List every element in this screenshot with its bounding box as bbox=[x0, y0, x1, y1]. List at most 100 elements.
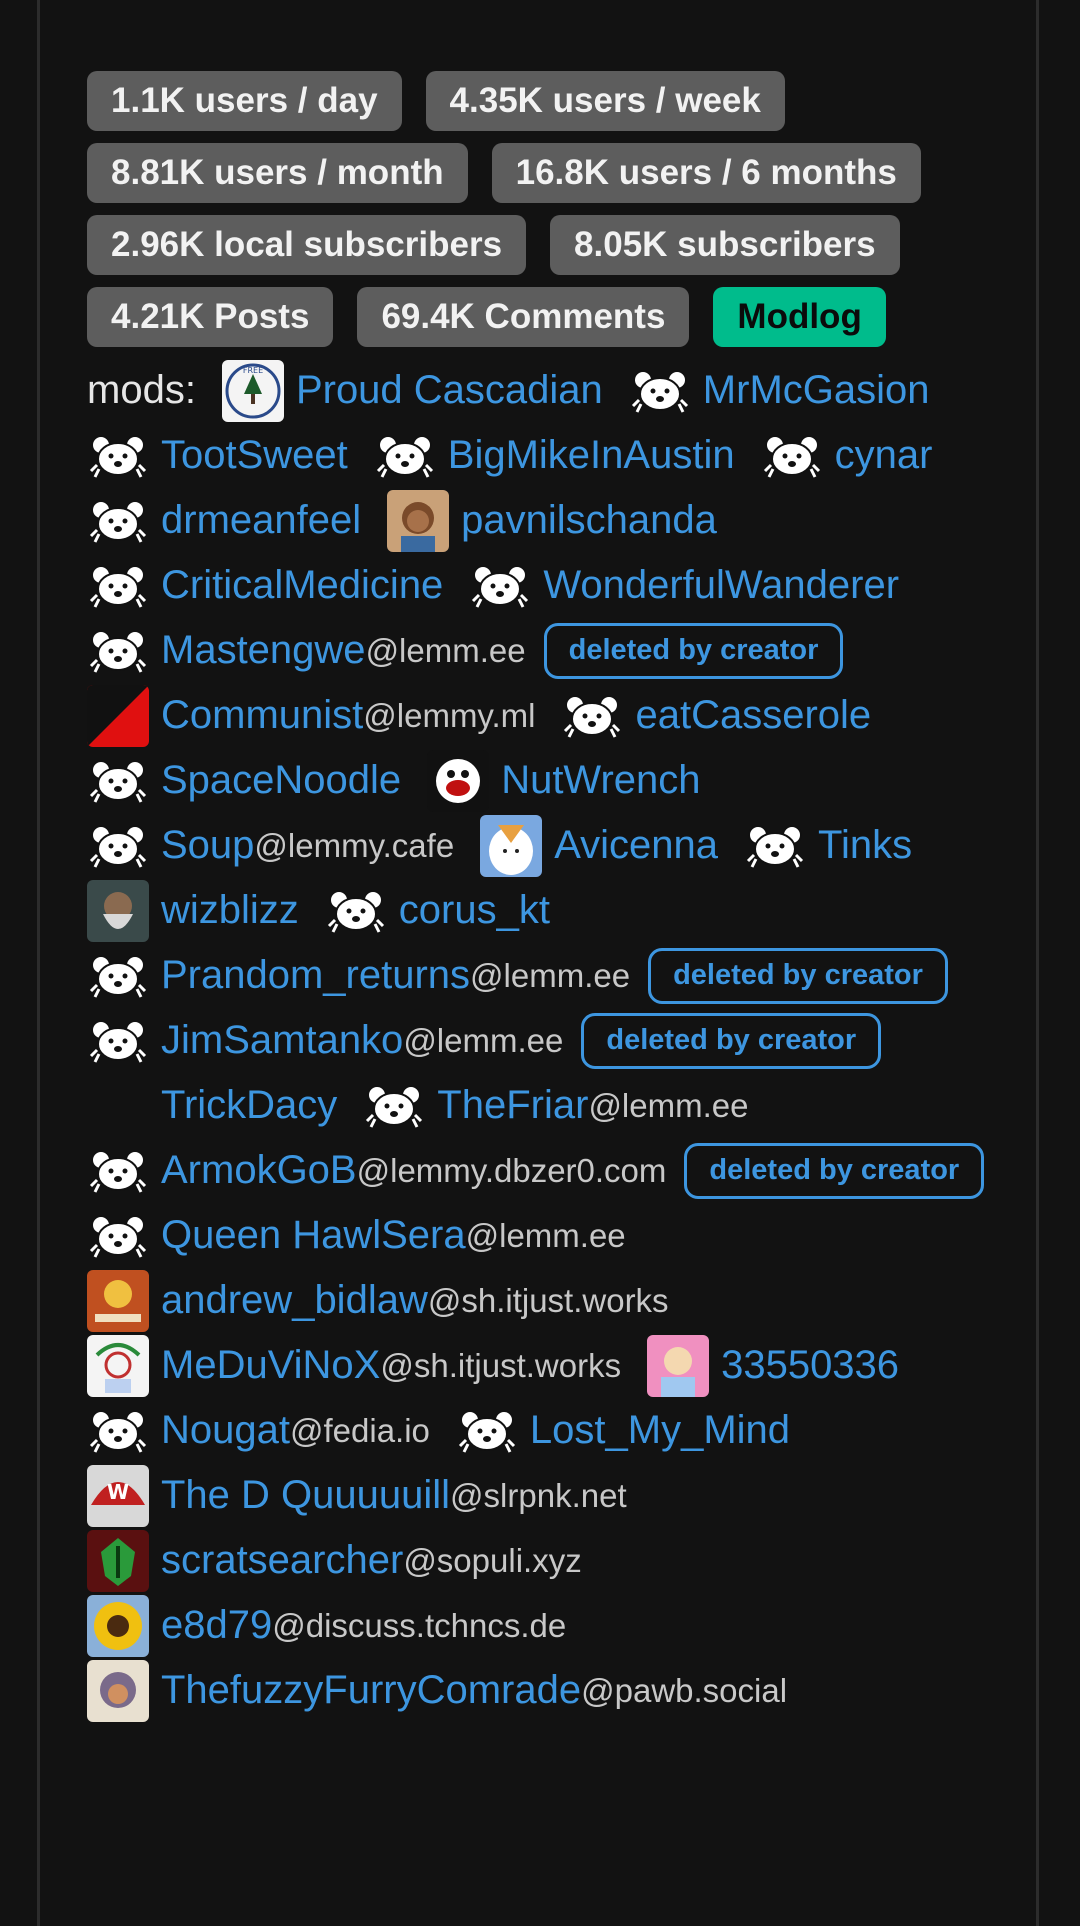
moderator-name-link[interactable]: ArmokGoB bbox=[161, 1138, 357, 1203]
default-user-icon bbox=[87, 555, 149, 617]
moderator-name-link[interactable]: Avicenna bbox=[554, 813, 718, 878]
moderator-item[interactable]: JimSamtanko @lemm.ee deleted by creator bbox=[87, 1008, 882, 1073]
moderator-name-link[interactable]: Nougat bbox=[161, 1398, 290, 1463]
moderators-list: mods: FREE Proud Cascadian MrMcGasion TootS… bbox=[87, 358, 1007, 1723]
moderator-name-link[interactable]: CriticalMedicine bbox=[161, 553, 443, 618]
moderator-item[interactable]: Tinks bbox=[744, 813, 912, 878]
moderator-name-link[interactable]: pavnilschanda bbox=[461, 488, 717, 553]
moderator-name-link[interactable]: wizblizz bbox=[161, 878, 299, 943]
default-user-icon bbox=[374, 425, 436, 487]
page: 1.1K users / day 4.35K users / week 8.81… bbox=[0, 0, 1080, 1926]
moderator-name-link[interactable]: andrew_bidlaw bbox=[161, 1268, 428, 1333]
moderator-item[interactable]: drmeanfeel bbox=[87, 488, 361, 553]
moderator-item[interactable]: Prandom_returns @lemm.ee deleted by creato… bbox=[87, 943, 948, 1008]
moderator-item[interactable]: Lost_My_Mind bbox=[456, 1398, 790, 1463]
moderator-item[interactable]: SpaceNoodle bbox=[87, 748, 401, 813]
moderator-name-link[interactable]: NutWrench bbox=[501, 748, 700, 813]
moderator-item[interactable]: e8d79 @discuss.tchncs.de bbox=[87, 1593, 566, 1658]
stats-row: 1.1K users / day 4.35K users / week bbox=[87, 71, 987, 131]
moderator-item[interactable]: Soup @lemmy.cafe bbox=[87, 813, 454, 878]
moderator-item[interactable]: Avicenna bbox=[480, 813, 718, 878]
moderator-item[interactable]: cynar bbox=[761, 423, 933, 488]
moderator-name-link[interactable]: Queen HawlSera bbox=[161, 1203, 466, 1268]
moderator-item[interactable]: Mastengwe @lemm.ee deleted by creator bbox=[87, 618, 844, 683]
moderator-name-link[interactable]: MeDuViNoX bbox=[161, 1333, 380, 1398]
default-user-icon bbox=[87, 815, 149, 877]
modlog-button[interactable]: Modlog bbox=[713, 287, 886, 347]
moderator-name-link[interactable]: SpaceNoodle bbox=[161, 748, 401, 813]
moderator-name-link[interactable]: cynar bbox=[835, 423, 933, 488]
moderator-item[interactable]: andrew_bidlaw @sh.itjust.works bbox=[87, 1268, 669, 1333]
moderator-item[interactable]: MrMcGasion bbox=[629, 358, 930, 423]
moderator-name-link[interactable]: Mastengwe bbox=[161, 618, 366, 683]
stats-row: 2.96K local subscribers 8.05K subscriber… bbox=[87, 215, 987, 275]
moderator-item[interactable]: ThefuzzyFurryComrade @pawb.social bbox=[87, 1658, 787, 1723]
default-user-icon bbox=[87, 1140, 149, 1202]
moderator-item[interactable]: TootSweet bbox=[87, 423, 348, 488]
moderator-name-link[interactable]: drmeanfeel bbox=[161, 488, 361, 553]
default-user-icon bbox=[363, 1075, 425, 1137]
moderator-name-link[interactable]: scratsearcher bbox=[161, 1528, 403, 1593]
moderator-name-link[interactable]: Soup bbox=[161, 813, 254, 878]
default-user-icon bbox=[87, 490, 149, 552]
moderator-name-link[interactable]: Lost_My_Mind bbox=[530, 1398, 790, 1463]
avatar bbox=[647, 1334, 710, 1397]
deleted-by-creator-badge: deleted by creator bbox=[543, 622, 844, 679]
default-user-icon bbox=[87, 1010, 149, 1072]
posts-badge: 4.21K Posts bbox=[87, 287, 334, 347]
moderator-name-link[interactable]: MrMcGasion bbox=[703, 358, 930, 423]
moderator-name-link[interactable]: The D Quuuuuill bbox=[161, 1463, 450, 1528]
moderator-instance: @slrpnk.net bbox=[450, 1477, 627, 1514]
moderator-name-link[interactable]: TrickDacy bbox=[161, 1073, 337, 1138]
default-user-icon bbox=[456, 1400, 518, 1462]
moderator-item[interactable]: TheFriar @lemm.ee bbox=[363, 1073, 748, 1138]
moderator-name-link[interactable]: TheFriar bbox=[437, 1073, 588, 1138]
users-month-badge: 8.81K users / month bbox=[87, 143, 468, 203]
moderator-item[interactable]: corus_kt bbox=[325, 878, 550, 943]
avatar bbox=[87, 1075, 149, 1137]
moderator-item[interactable]: ArmokGoB @lemmy.dbzer0.com deleted by crea… bbox=[87, 1138, 985, 1203]
moderator-item[interactable]: NutWrench bbox=[427, 748, 701, 813]
moderator-item[interactable]: CriticalMedicine bbox=[87, 553, 443, 618]
moderator-item[interactable]: MeDuViNoX @sh.itjust.works bbox=[87, 1333, 621, 1398]
moderator-name-link[interactable]: Proud Cascadian bbox=[296, 358, 603, 423]
moderator-name-link[interactable]: Communist bbox=[161, 683, 363, 748]
moderator-name-link[interactable]: WonderfulWanderer bbox=[543, 553, 899, 618]
moderator-instance: @sh.itjust.works bbox=[427, 1282, 669, 1319]
moderator-item[interactable]: W The D Quuuuuill @slrpnk.net bbox=[87, 1463, 627, 1528]
moderator-name-link[interactable]: corus_kt bbox=[399, 878, 550, 943]
default-user-icon bbox=[744, 815, 806, 877]
moderator-item[interactable]: Communist @lemmy.ml bbox=[87, 683, 535, 748]
deleted-by-creator-badge: deleted by creator bbox=[648, 947, 948, 1004]
moderator-item[interactable]: scratsearcher @sopuli.xyz bbox=[87, 1528, 582, 1593]
moderator-item[interactable]: TrickDacy bbox=[87, 1073, 337, 1138]
moderator-name-link[interactable]: BigMikeInAustin bbox=[448, 423, 735, 488]
moderator-item[interactable]: Queen HawlSera @lemm.ee bbox=[87, 1203, 626, 1268]
moderator-name-link[interactable]: Prandom_returns bbox=[161, 943, 470, 1008]
default-user-icon bbox=[629, 360, 691, 422]
moderator-item[interactable]: Nougat @fedia.io bbox=[87, 1398, 430, 1463]
moderator-name-link[interactable]: TootSweet bbox=[161, 423, 348, 488]
moderator-name-link[interactable]: e8d79 bbox=[161, 1593, 272, 1658]
moderator-item[interactable]: WonderfulWanderer bbox=[469, 553, 899, 618]
moderator-item[interactable]: wizblizz bbox=[87, 878, 299, 943]
avatar: FREE bbox=[221, 359, 284, 422]
moderator-name-link[interactable]: 33550336 bbox=[721, 1333, 899, 1398]
moderator-name-link[interactable]: eatCasserole bbox=[635, 683, 871, 748]
moderator-item[interactable]: eatCasserole bbox=[561, 683, 871, 748]
moderator-instance: @discuss.tchncs.de bbox=[272, 1607, 567, 1644]
moderator-item[interactable]: 33550336 bbox=[647, 1333, 899, 1398]
moderator-instance: @lemmy.cafe bbox=[254, 827, 455, 864]
moderator-name-link[interactable]: Tinks bbox=[818, 813, 912, 878]
moderator-name-link[interactable]: JimSamtanko bbox=[161, 1008, 403, 1073]
community-stats: 1.1K users / day 4.35K users / week 8.81… bbox=[87, 71, 987, 359]
avatar bbox=[87, 1594, 149, 1657]
moderator-item[interactable]: pavnilschanda bbox=[387, 488, 717, 553]
moderator-item[interactable]: BigMikeInAustin bbox=[374, 423, 735, 488]
moderator-item[interactable]: FREE Proud Cascadian bbox=[221, 358, 603, 423]
stats-row: 8.81K users / month 16.8K users / 6 mont… bbox=[87, 143, 987, 203]
moderator-name-link[interactable]: ThefuzzyFurryComrade bbox=[161, 1658, 581, 1723]
moderator-instance: @sh.itjust.works bbox=[380, 1347, 622, 1384]
moderator-instance: @lemm.ee bbox=[465, 1217, 626, 1254]
default-user-icon bbox=[561, 685, 623, 747]
